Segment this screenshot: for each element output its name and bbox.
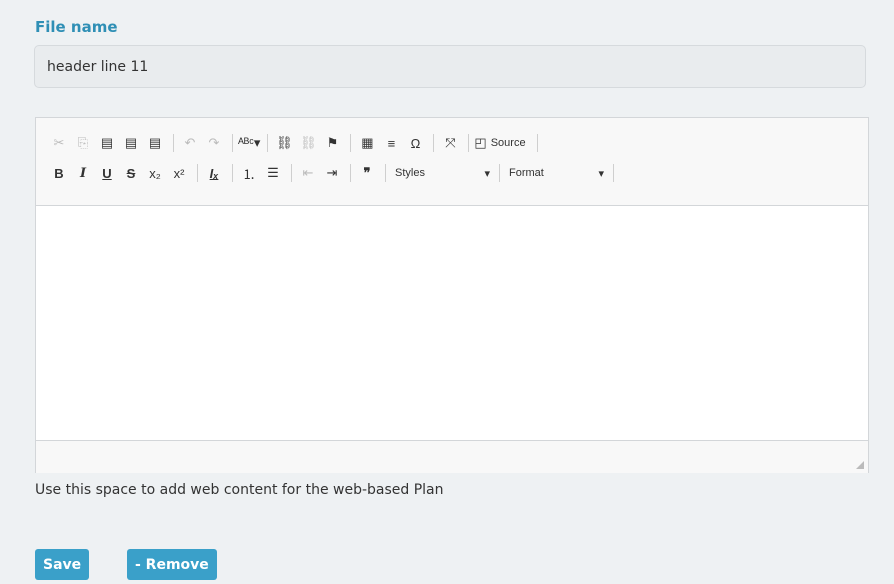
styles-dropdown[interactable]: Styles ▾ bbox=[391, 162, 494, 184]
toolbar-separator bbox=[232, 164, 233, 182]
toolbar-row-2: B I U Sx₂ x² Iₓ ⒈ ☰ ⇤ ⇥ ❞ Styles ▾ Format ▾ bbox=[48, 158, 868, 188]
outdent-icon[interactable]: ⇤ bbox=[297, 161, 319, 185]
indent-icon[interactable]: ⇥ bbox=[321, 161, 343, 185]
toolbar-separator bbox=[232, 134, 233, 152]
underline-icon[interactable]: U bbox=[96, 161, 118, 185]
undo-icon[interactable]: ↶ bbox=[179, 131, 201, 155]
anchor-flag-icon[interactable]: ⚑ bbox=[321, 131, 343, 155]
maximize-icon[interactable]: ⤧ bbox=[439, 131, 461, 155]
toolbar-separator bbox=[385, 164, 386, 182]
file-name-label: File name bbox=[35, 18, 118, 36]
chevron-down-icon: ▾ bbox=[598, 167, 604, 180]
italic-icon[interactable]: I bbox=[72, 161, 94, 185]
toolbar-separator bbox=[291, 164, 292, 182]
toolbar-separator bbox=[350, 164, 351, 182]
toolbar-separator bbox=[499, 164, 500, 182]
bullet-list-icon[interactable]: ☰ bbox=[262, 161, 284, 185]
bold-icon[interactable]: B bbox=[48, 161, 70, 185]
redo-icon[interactable]: ↷ bbox=[203, 131, 225, 155]
paste-text-icon[interactable]: ▤ bbox=[120, 131, 142, 155]
paste-word-icon[interactable]: ▤ bbox=[144, 131, 166, 155]
superscript-icon[interactable]: x² bbox=[168, 161, 190, 185]
editor-toolbar: ✂ ⎘ ▤ ▤ ▤ ↶ ↷ ᴬᴮᶜ▾ ⛓ ⛓ ⚑ ▦ ≡ Ω ⤧ ◰ Source B I U Sx₂ x² Iₓ ⒈ ☰ ⇤ ⇥… bbox=[36, 118, 868, 206]
source-icon[interactable]: ◰ Source bbox=[474, 131, 529, 155]
paste-icon[interactable]: ▤ bbox=[96, 131, 118, 155]
link-icon[interactable]: ⛓ bbox=[273, 131, 295, 155]
remove-format-icon[interactable]: Iₓ bbox=[203, 161, 225, 185]
toolbar-row-1: ✂ ⎘ ▤ ▤ ▤ ↶ ↷ ᴬᴮᶜ▾ ⛓ ⛓ ⚑ ▦ ≡ Ω ⤧ ◰ Source bbox=[48, 128, 868, 158]
toolbar-separator bbox=[613, 164, 614, 182]
editor-status-bar bbox=[36, 440, 868, 473]
toolbar-separator bbox=[536, 134, 538, 152]
rich-text-editor: ✂ ⎘ ▤ ▤ ▤ ↶ ↷ ᴬᴮᶜ▾ ⛓ ⛓ ⚑ ▦ ≡ Ω ⤧ ◰ Source B I U Sx₂ x² Iₓ ⒈ ☰ ⇤ ⇥… bbox=[35, 117, 869, 473]
horizontal-line-icon[interactable]: ≡ bbox=[380, 131, 402, 155]
file-name-input[interactable] bbox=[34, 45, 866, 88]
remove-button[interactable]: - Remove bbox=[127, 549, 217, 580]
unlink-icon[interactable]: ⛓ bbox=[297, 131, 319, 155]
help-text: Use this space to add web content for th… bbox=[35, 482, 444, 498]
editor-content-area[interactable] bbox=[36, 206, 868, 440]
cut-icon[interactable]: ✂ bbox=[48, 131, 70, 155]
table-icon[interactable]: ▦ bbox=[356, 131, 378, 155]
copy-icon[interactable]: ⎘ bbox=[72, 131, 94, 155]
toolbar-separator bbox=[173, 134, 174, 152]
numbered-list-icon[interactable]: ⒈ bbox=[238, 161, 260, 185]
subscript-icon[interactable]: x₂ bbox=[144, 161, 166, 185]
toolbar-separator bbox=[350, 134, 352, 152]
save-button[interactable]: Save bbox=[35, 549, 90, 580]
format-dropdown[interactable]: Format ▾ bbox=[505, 162, 608, 184]
toolbar-separator bbox=[468, 134, 470, 152]
strike-icon[interactable]: S bbox=[120, 161, 142, 185]
special-char-icon[interactable]: Ω bbox=[404, 131, 426, 155]
toolbar-separator bbox=[267, 134, 269, 152]
chevron-down-icon: ▾ bbox=[484, 167, 490, 180]
toolbar-separator bbox=[197, 164, 198, 182]
spellcheck-icon[interactable]: ᴬᴮᶜ▾ bbox=[238, 131, 260, 155]
toolbar-separator bbox=[433, 134, 435, 152]
blockquote-icon[interactable]: ❞ bbox=[356, 161, 378, 185]
resize-handle-icon[interactable] bbox=[856, 461, 864, 469]
